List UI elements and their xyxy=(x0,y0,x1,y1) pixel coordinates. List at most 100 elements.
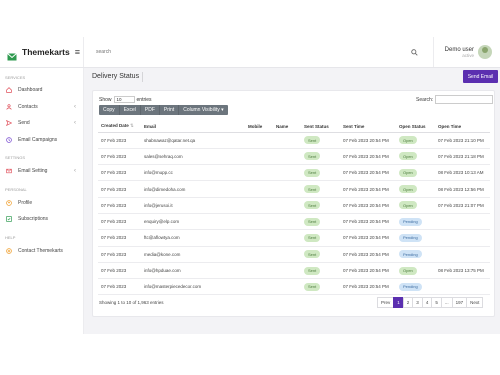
cell-created-date: 07 Feb 2023 xyxy=(98,197,141,214)
cell-created-date: 07 Feb 2023 xyxy=(98,164,141,182)
cell-open-status: Open xyxy=(396,197,435,214)
pdf-button[interactable]: PDF xyxy=(140,105,160,115)
brand: Themekarts ≡ xyxy=(0,37,84,67)
delivery-status-table: Created Date ⇅ Email Mobile Name Sent St… xyxy=(98,121,490,296)
entries-select[interactable]: 10 xyxy=(113,96,135,103)
cell-open-time xyxy=(435,229,490,247)
cell-email: info@mupp.cc xyxy=(141,164,245,182)
hamburger-menu-icon[interactable]: ≡ xyxy=(75,47,80,57)
avatar[interactable] xyxy=(478,45,492,59)
cell-mobile xyxy=(245,213,273,231)
status-badge: Sent xyxy=(304,266,321,275)
copy-button[interactable]: Copy xyxy=(99,105,120,115)
export-button-group: Copy Excel PDF Print Column Visibility ▾ xyxy=(99,105,228,115)
sidebar-item-contact-themekarts[interactable]: Contact Themekarts xyxy=(0,245,84,257)
cell-sent-status: Sent xyxy=(301,132,340,149)
cell-mobile xyxy=(245,148,273,166)
status-badge: Open xyxy=(399,266,417,275)
show-label: Show xyxy=(99,96,112,103)
table-row: 07 Feb 2023 shabnawaz@qatar.net.qa Sent 07 … xyxy=(98,132,490,149)
cell-sent-status: Sent xyxy=(301,164,340,182)
cell-sent-time: 07 Feb 2023 20:54 PM xyxy=(340,278,396,296)
column-visibility-button[interactable]: Column Visibility ▾ xyxy=(179,105,228,115)
cell-open-time: 07 Feb 2023 21:10 PM xyxy=(435,132,490,149)
excel-button[interactable]: Excel xyxy=(119,105,141,115)
sidebar-item-profile[interactable]: Profile xyxy=(0,197,84,209)
column-header-sent-time[interactable]: Sent Time xyxy=(340,121,396,133)
sidebar-item-contacts[interactable]: Contacts ‹ xyxy=(0,101,84,113)
sidebar-item-send[interactable]: Send ‹ xyxy=(0,117,84,129)
cell-open-status: Pending xyxy=(396,229,435,247)
sidebar-item-email-campaigns[interactable]: Email Campaigns xyxy=(0,134,84,146)
cell-open-time: 07 Feb 2023 21:07 PM xyxy=(435,197,490,214)
chevron-left-icon: ‹ xyxy=(74,168,76,174)
search-icon[interactable] xyxy=(407,45,421,59)
prev-page-button[interactable]: Prev xyxy=(377,297,395,308)
cell-sent-status: Sent xyxy=(301,213,340,231)
profile-icon xyxy=(6,200,12,206)
cell-created-date: 07 Feb 2023 xyxy=(98,262,141,280)
column-header-created-date[interactable]: Created Date ⇅ xyxy=(98,121,141,133)
cell-sent-time: 07 Feb 2023 20:54 PM xyxy=(340,148,396,166)
table-search-input[interactable] xyxy=(435,95,494,104)
send-email-button[interactable]: Send Email xyxy=(463,70,498,83)
column-header-email[interactable]: Email xyxy=(141,121,245,133)
status-badge: Sent xyxy=(304,152,321,161)
chevron-left-icon: ‹ xyxy=(74,104,76,110)
cell-sent-time: 07 Feb 2023 20:54 PM xyxy=(340,197,396,214)
print-button[interactable]: Print xyxy=(159,105,180,115)
cell-name xyxy=(273,164,301,182)
cell-open-status: Open xyxy=(396,148,435,166)
sidebar-item-label: Profile xyxy=(18,200,33,206)
cell-open-time xyxy=(435,278,490,296)
cell-email: ftc@aflowtya.com xyxy=(141,229,245,247)
status-badge: Sent xyxy=(304,201,321,210)
page-title: Delivery Status xyxy=(92,73,140,80)
table-row: 07 Feb 2023 info@hpduae.com Sent 07 Feb 202… xyxy=(98,262,490,280)
cell-created-date: 07 Feb 2023 xyxy=(98,246,141,263)
chevron-left-icon: ‹ xyxy=(74,120,76,126)
send-icon xyxy=(6,120,12,126)
sidebar-item-subscriptions[interactable]: Subscriptions xyxy=(0,213,84,225)
sidebar-item-email-setting[interactable]: Email Setting ‹ xyxy=(0,165,84,177)
cell-open-status: Pending xyxy=(396,246,435,263)
sort-icon: ⇅ xyxy=(130,123,134,129)
cell-email: info@masterpiecedecor.com xyxy=(141,278,245,296)
check-square-icon xyxy=(6,216,12,222)
cell-mobile xyxy=(245,278,273,296)
column-header-mobile[interactable]: Mobile xyxy=(245,121,273,133)
cell-sent-time: 07 Feb 2023 20:54 PM xyxy=(340,246,396,263)
column-header-name[interactable]: Name xyxy=(273,121,301,133)
entries-label: entries xyxy=(136,96,152,103)
pagination: Prev 1 2 3 4 5... 197 Next xyxy=(377,297,484,308)
home-icon xyxy=(6,87,12,93)
search-input[interactable] xyxy=(96,49,396,55)
cell-email: enquiry@elp.com xyxy=(141,213,245,231)
cell-created-date: 07 Feb 2023 xyxy=(98,180,141,198)
next-page-button[interactable]: Next xyxy=(466,297,484,308)
table-row: 07 Feb 2023 info@jerusoi.it Sent 07 Feb 202… xyxy=(98,197,490,214)
status-badge: Sent xyxy=(304,136,321,145)
status-badge: Open xyxy=(399,185,417,194)
cell-sent-status: Sent xyxy=(301,148,340,166)
column-header-sent-status[interactable]: Sent Status xyxy=(301,121,340,133)
cell-open-time: 08 Feb 2023 10:13 AM xyxy=(435,164,490,182)
table-header-row: Created Date ⇅ Email Mobile Name Sent St… xyxy=(98,121,490,133)
cell-email: shabnawaz@qatar.net.qa xyxy=(141,132,245,149)
search-bar xyxy=(84,37,434,67)
cell-created-date: 07 Feb 2023 xyxy=(98,213,141,231)
page-button[interactable]: 197 xyxy=(451,297,468,308)
cell-sent-status: Sent xyxy=(301,229,340,247)
column-header-open-status[interactable]: Open Status xyxy=(396,121,435,133)
entries-length-control: Show 10 entries xyxy=(99,96,152,103)
column-header-open-time[interactable]: Open Time xyxy=(435,121,490,133)
cell-email: info@dimedoha.com xyxy=(141,180,245,198)
cell-open-status: Open xyxy=(396,180,435,198)
cell-mobile xyxy=(245,197,273,214)
cell-created-date: 07 Feb 2023 xyxy=(98,148,141,166)
status-badge: Open xyxy=(399,201,417,210)
sidebar-item-dashboard[interactable]: Dashboard xyxy=(0,84,84,96)
table-row: 07 Feb 2023 enquiry@elp.com Sent 07 Feb 202… xyxy=(98,213,490,231)
user-menu[interactable]: Demo user active xyxy=(434,37,500,67)
cell-mobile xyxy=(245,262,273,280)
